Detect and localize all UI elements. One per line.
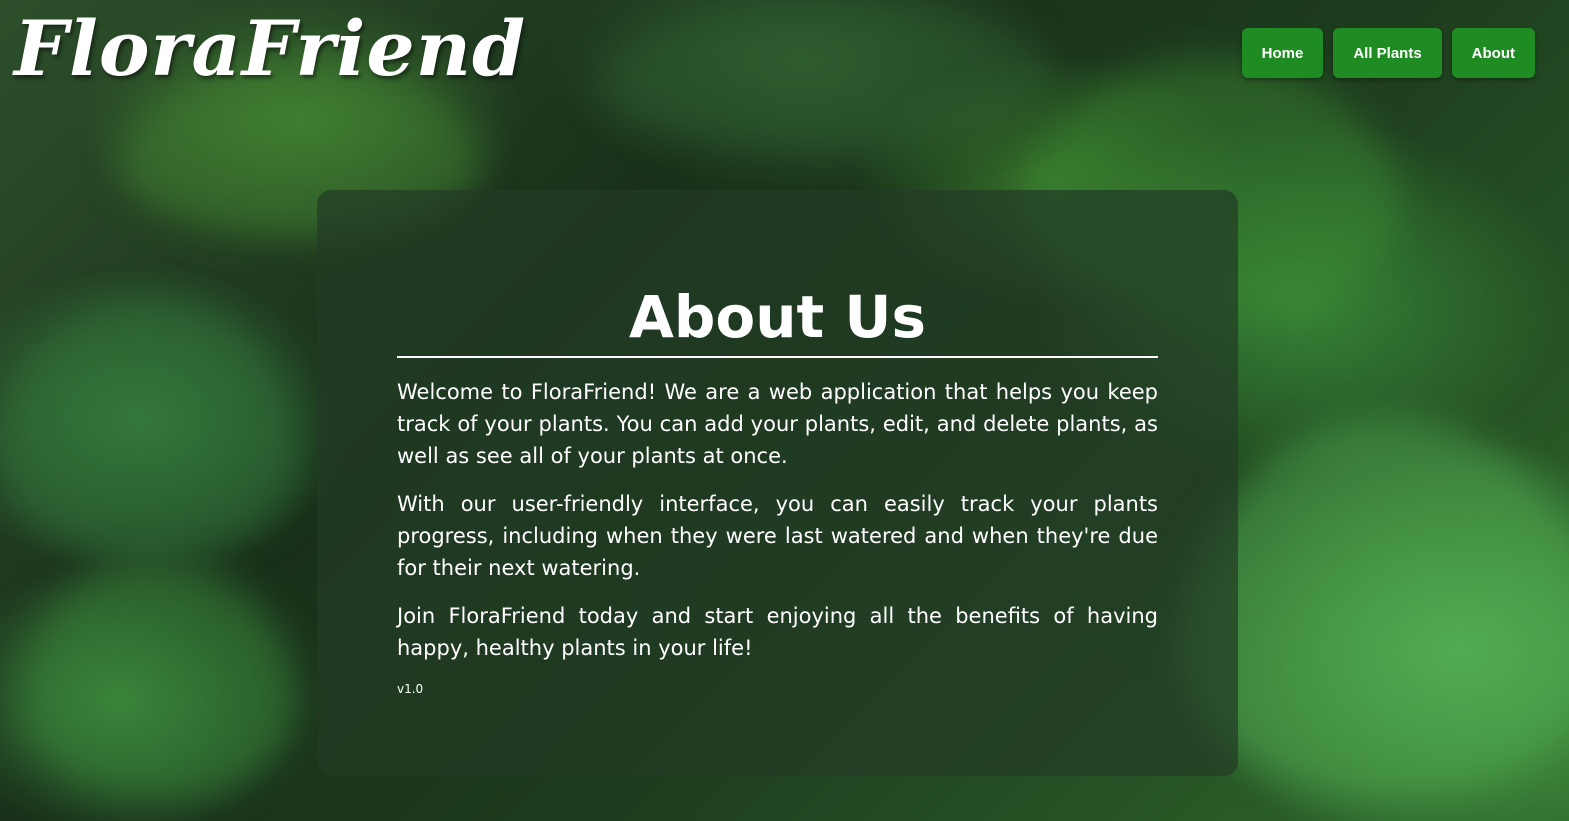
about-paragraph-welcome: Welcome to FloraFriend! We are a web app…	[397, 380, 1158, 468]
version-label: v1.0	[397, 682, 424, 696]
about-paragraph-join: Join FloraFriend today and start enjoyin…	[397, 604, 1158, 660]
nav-home-button[interactable]: Home	[1241, 28, 1324, 78]
main-nav: Home All Plants About	[1241, 28, 1535, 78]
about-card: About Us Welcome to FloraFriend! We are …	[317, 190, 1238, 776]
header: FloraFriend Home All Plants About	[0, 0, 1569, 110]
about-paragraph-interface: With our user-friendly interface, you ca…	[397, 492, 1158, 580]
nav-all-plants-button[interactable]: All Plants	[1333, 28, 1442, 78]
nav-about-button[interactable]: About	[1451, 28, 1535, 78]
site-logo[interactable]: FloraFriend	[14, 4, 526, 93]
page-title: About Us	[397, 282, 1158, 358]
